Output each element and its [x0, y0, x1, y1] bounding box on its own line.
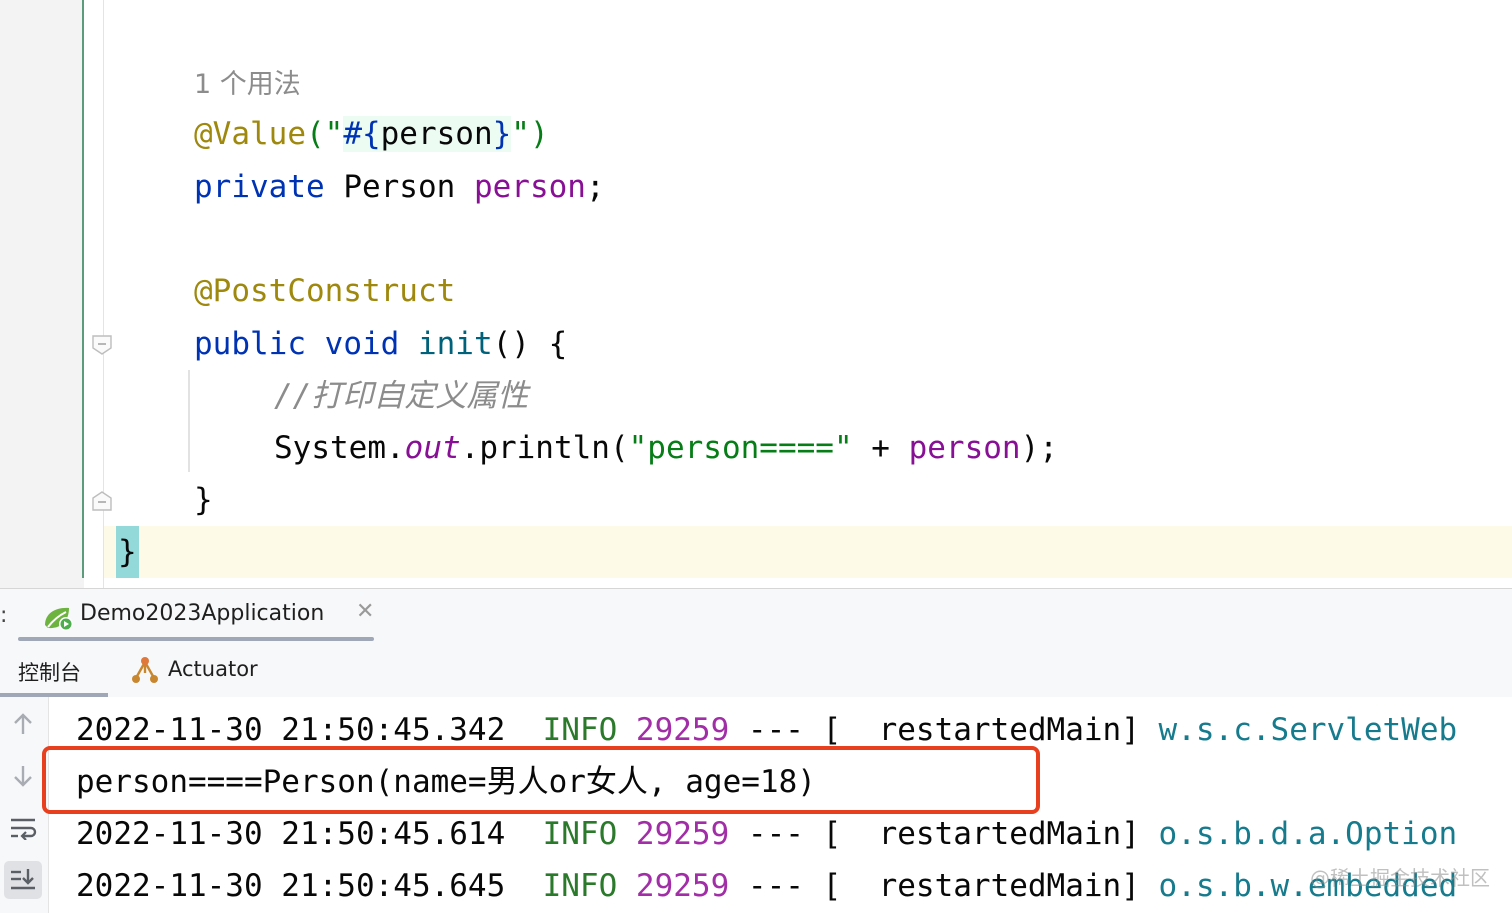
close-icon[interactable]: ✕ — [356, 599, 374, 624]
tab-actuator-label: Actuator — [168, 657, 258, 681]
log-line: 2022-11-30 21:50:45.645 INFO 29259 --- [… — [76, 868, 1458, 904]
actuator-icon — [130, 655, 160, 685]
tab-console-label: 控制台 — [18, 661, 81, 685]
active-tab-indicator — [18, 637, 374, 641]
code-line-value-annotation: @Value("#{person}") — [194, 116, 549, 152]
spring-boot-run-icon — [42, 603, 76, 633]
caret-row-highlight — [104, 526, 1512, 578]
scroll-to-end-icon[interactable] — [4, 861, 42, 899]
usage-hint[interactable]: 1 个用法 — [194, 57, 301, 109]
more-options-icon[interactable]: : — [0, 603, 7, 628]
scroll-up-icon[interactable] — [4, 705, 42, 743]
highlight-box — [42, 746, 1040, 814]
code-line-comment: //打印自定义属性 — [274, 378, 529, 414]
run-tab-demo2023application[interactable]: Demo2023Application ✕ — [20, 589, 374, 643]
tab-console[interactable]: 控制台 — [0, 643, 108, 697]
log-line: 2022-11-30 21:50:45.614 INFO 29259 --- [… — [76, 816, 1458, 852]
fold-open-icon[interactable] — [91, 334, 113, 356]
code-line-postconstruct: @PostConstruct — [194, 273, 456, 309]
matched-brace: } — [116, 526, 139, 578]
fold-close-icon[interactable] — [91, 490, 113, 512]
code-editor[interactable]: 1 个用法 @Value("#{person}") private Person… — [0, 0, 1512, 588]
code-line-method-signature: public void init() { — [194, 326, 568, 362]
code-line-method-close: } — [194, 482, 213, 518]
scroll-down-icon[interactable] — [4, 757, 42, 795]
watermark: @稀土掘金技术社区 — [1310, 866, 1490, 890]
editor-gutter — [0, 0, 84, 588]
gutter-change-marker — [82, 0, 84, 578]
indent-guide — [188, 370, 190, 472]
run-tab-bar: : Demo2023Application ✕ — [0, 589, 1512, 644]
code-line-field-declaration: private Person person; — [194, 169, 605, 205]
tab-actuator[interactable]: Actuator — [130, 643, 270, 697]
code-line-println: System.out.println("person====" + person… — [274, 430, 1058, 466]
code-line-class-close: } — [116, 526, 139, 578]
soft-wrap-icon[interactable] — [4, 809, 42, 847]
run-tab-label: Demo2023Application — [80, 601, 325, 626]
run-subtab-bar: 控制台 Actuator — [0, 643, 1512, 698]
